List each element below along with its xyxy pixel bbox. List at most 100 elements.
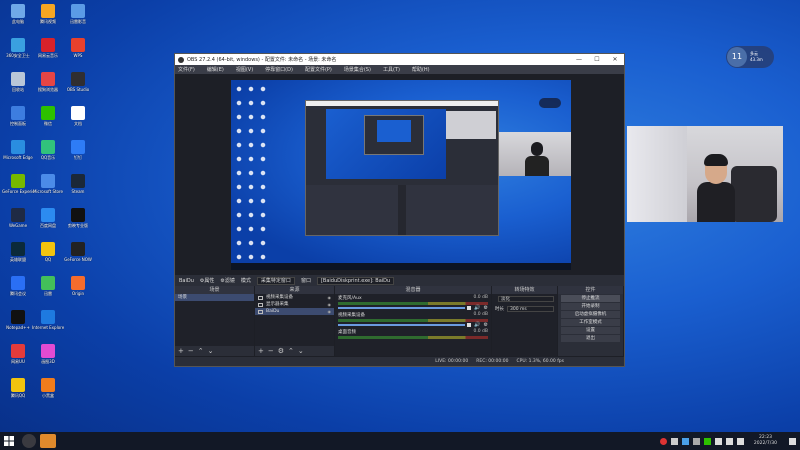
- speaker-icon[interactable]: 🔊: [474, 322, 480, 328]
- desktop-icon[interactable]: 小黑盒: [32, 378, 64, 398]
- network-icon[interactable]: [714, 437, 722, 445]
- tray-icon[interactable]: [692, 437, 700, 445]
- visibility-icon[interactable]: ◉: [328, 308, 332, 315]
- volume-icon[interactable]: [725, 437, 733, 445]
- desktop-icon[interactable]: 英雄联盟: [2, 242, 34, 262]
- desktop-icon[interactable]: 腾讯视频: [32, 4, 64, 24]
- app-icon: [71, 174, 85, 188]
- desktop-icon[interactable]: QQ: [32, 242, 64, 262]
- stop-streaming-button[interactable]: 停止推流: [561, 295, 620, 302]
- desktop-icon[interactable]: WPS: [62, 38, 94, 58]
- desktop-icon[interactable]: 百度网盘: [32, 208, 64, 228]
- desktop-icon[interactable]: 控制面板: [2, 106, 34, 126]
- start-button[interactable]: [0, 432, 18, 450]
- app-taskbar-icon[interactable]: [40, 434, 56, 448]
- speaker-icon[interactable]: 🔊: [474, 305, 480, 311]
- desktop-icon[interactable]: 画图3D: [32, 344, 64, 364]
- move-down-icon[interactable]: ⌄: [298, 347, 304, 355]
- start-virtual-camera-button[interactable]: 启动虚拟摄像机: [561, 311, 620, 318]
- source-item[interactable]: 显示器采集 ◉: [255, 301, 334, 308]
- desktop-icon[interactable]: Microsoft Store: [32, 174, 64, 194]
- desktop-icon[interactable]: WeGame: [2, 208, 34, 228]
- start-recording-button[interactable]: 开始录制: [561, 303, 620, 310]
- desktop-icon[interactable]: OBS Studio: [62, 72, 94, 92]
- exit-button[interactable]: 退出: [561, 335, 620, 342]
- mode-select[interactable]: 采集特定窗口: [256, 276, 295, 285]
- maximize-button[interactable]: ☐: [588, 56, 606, 63]
- studio-mode-button[interactable]: 工作室模式: [561, 319, 620, 326]
- app-icon: [11, 140, 25, 154]
- gear-icon[interactable]: ⚙: [484, 305, 488, 311]
- obs-taskbar-icon[interactable]: [22, 434, 36, 448]
- settings-button[interactable]: 设置: [561, 327, 620, 334]
- duration-input[interactable]: 300 ms: [507, 306, 554, 312]
- move-up-icon[interactable]: ⌃: [288, 347, 294, 355]
- menu-help[interactable]: 帮助(H): [412, 66, 430, 73]
- desktop-icon[interactable]: 剪映专业版: [62, 208, 94, 228]
- tray-icon[interactable]: [681, 437, 689, 445]
- window-select[interactable]: [BaiduDiskprint.exe]: BaiDu: [316, 276, 395, 285]
- desktop-icon[interactable]: 腾讯会议: [2, 276, 34, 296]
- app-icon: [71, 72, 85, 86]
- volume-slider[interactable]: [338, 307, 466, 309]
- desktop-icon[interactable]: 网易云音乐: [32, 38, 64, 58]
- notification-icon[interactable]: [789, 437, 796, 445]
- menu-scene-collection[interactable]: 场景集合(S): [344, 66, 371, 73]
- menu-tools[interactable]: 工具(T): [383, 66, 400, 73]
- desktop-icon[interactable]: Steam: [62, 174, 94, 194]
- volume-slider[interactable]: [338, 324, 466, 326]
- add-source-button[interactable]: +: [258, 347, 264, 355]
- menu-file[interactable]: 文件(F): [178, 66, 195, 73]
- desktop-icon[interactable]: GeForce NOW: [62, 242, 94, 262]
- remove-source-button[interactable]: −: [268, 347, 274, 355]
- desktop-icon[interactable]: 回收站: [2, 72, 34, 92]
- obs-titlebar[interactable]: OBS 27.2.4 (64-bit, windows) - 配置文件: 未命名…: [175, 54, 624, 65]
- desktop-icon[interactable]: 迅雷: [32, 276, 64, 296]
- move-up-icon[interactable]: ⌃: [198, 347, 204, 355]
- close-button[interactable]: ✕: [606, 56, 624, 63]
- wechat-icon[interactable]: [703, 437, 711, 445]
- desktop-icon[interactable]: 此电脑: [2, 4, 34, 24]
- properties-button[interactable]: ⚙ 属性: [200, 277, 215, 285]
- tray-app-icon[interactable]: [659, 437, 667, 445]
- language-icon[interactable]: [736, 437, 744, 445]
- clock[interactable]: 22:23 2022/7/30: [754, 435, 777, 447]
- source-item[interactable]: BaiDu ◉: [255, 308, 334, 315]
- move-down-icon[interactable]: ⌄: [208, 347, 214, 355]
- desktop-icon[interactable]: Origin: [62, 276, 94, 296]
- desktop-icon[interactable]: 360安全卫士: [2, 38, 34, 58]
- desktop-icon[interactable]: 迅雷影音: [62, 4, 94, 24]
- menu-edit[interactable]: 编辑(E): [207, 66, 224, 73]
- visibility-icon[interactable]: ◉: [328, 294, 332, 301]
- desktop-icon-label: Steam: [71, 189, 85, 194]
- menu-view[interactable]: 视图(V): [236, 66, 253, 73]
- add-scene-button[interactable]: +: [178, 347, 184, 355]
- desktop-icon[interactable]: Notepad++: [2, 310, 34, 330]
- source-settings-icon[interactable]: ⚙: [278, 347, 284, 355]
- remove-scene-button[interactable]: −: [188, 347, 194, 355]
- desktop-icon[interactable]: 文档: [62, 106, 94, 126]
- desktop-icon[interactable]: GeForce Experience: [2, 174, 34, 194]
- weather-widget[interactable]: 11 多云 43.3m: [726, 46, 774, 68]
- visibility-icon[interactable]: ◉: [328, 301, 332, 308]
- desktop-icon[interactable]: 钉钉: [62, 140, 94, 160]
- source-item[interactable]: 视频采集设备 ◉: [255, 294, 334, 301]
- desktop-icon[interactable]: Internet Explorer: [32, 310, 64, 330]
- minimize-button[interactable]: —: [570, 56, 588, 63]
- desktop-icon[interactable]: 微信: [32, 106, 64, 126]
- menu-docks[interactable]: 停靠窗口(D): [265, 66, 293, 73]
- desktop-icon[interactable]: 腾讯QQ: [2, 378, 34, 398]
- desktop-icon[interactable]: Microsoft Edge: [2, 140, 34, 160]
- gear-icon[interactable]: ⚙: [484, 322, 488, 328]
- menu-profile[interactable]: 配置文件(P): [305, 66, 332, 73]
- scene-item[interactable]: 场景: [175, 294, 254, 301]
- desktop-icon[interactable]: 网易UU: [2, 344, 34, 364]
- obs-window[interactable]: OBS 27.2.4 (64-bit, windows) - 配置文件: 未命名…: [174, 53, 625, 367]
- preview-canvas[interactable]: [175, 74, 624, 274]
- desktop-icon[interactable]: QQ音乐: [32, 140, 64, 160]
- desktop-icon[interactable]: 搜狗浏览器: [32, 72, 64, 92]
- source-toolbar: BaiDu ⚙ 属性 ⚙ 滤镜 模式 采集特定窗口 窗口 [BaiduDiskp…: [175, 274, 624, 286]
- tray-icon[interactable]: [670, 437, 678, 445]
- transition-select[interactable]: 淡化: [498, 296, 554, 302]
- filters-button[interactable]: ⚙ 滤镜: [220, 277, 235, 285]
